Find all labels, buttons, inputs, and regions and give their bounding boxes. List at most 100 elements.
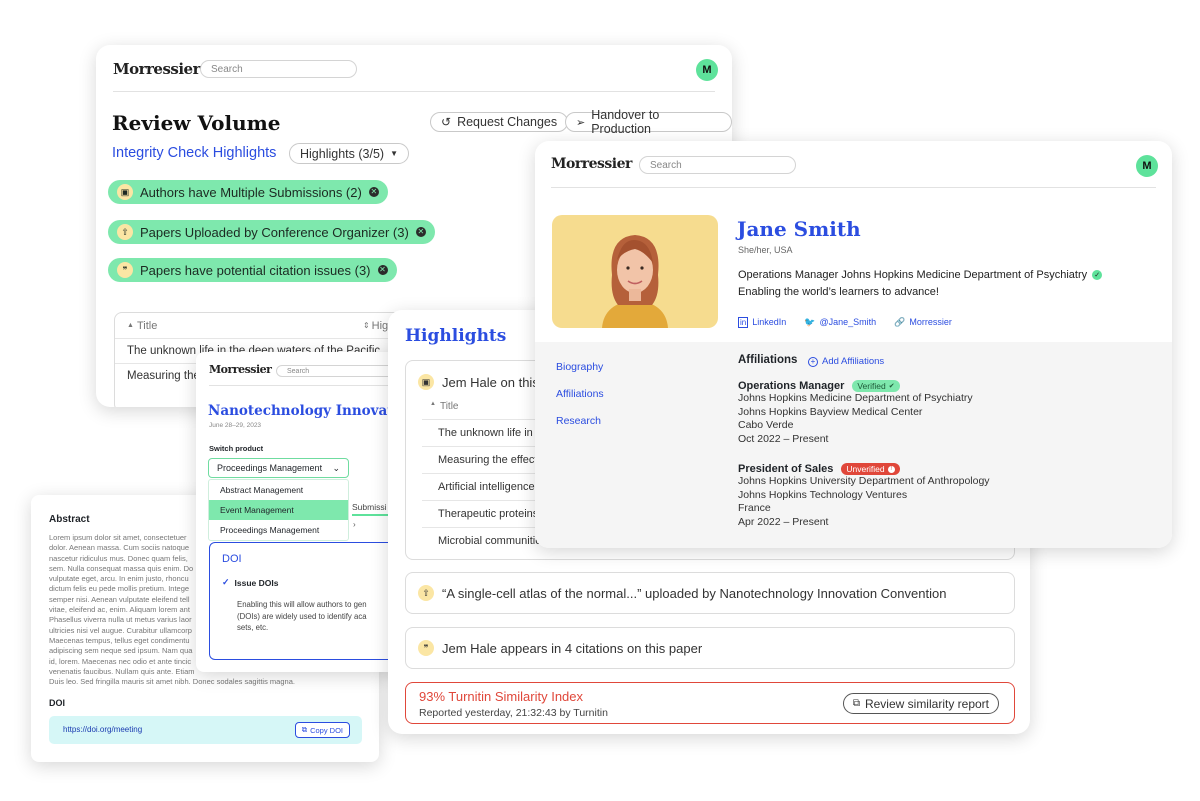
chevron-right-icon[interactable]: ›: [353, 520, 356, 529]
turnitin-subtitle: Reported yesterday, 21:32:43 by Turnitin: [419, 707, 608, 719]
table-row[interactable]: Microbial communitie: [422, 527, 552, 554]
page-title: Review Volume: [112, 111, 281, 135]
profile-lower-panel: Biography Affiliations Research Affiliat…: [535, 342, 1172, 548]
option-abstract-management[interactable]: Abstract Management: [209, 480, 348, 500]
integrity-check-heading: Integrity Check Highlights: [112, 145, 277, 161]
brand-logo[interactable]: Morressier: [209, 363, 272, 376]
highlights-select-value: Highlights (3/5): [300, 146, 385, 161]
header-divider: [209, 385, 408, 386]
remove-pill-icon[interactable]: ✕: [415, 227, 426, 237]
brand-logo[interactable]: Morressier: [551, 156, 632, 172]
table-row[interactable]: Therapeutic proteins: [422, 500, 552, 527]
request-changes-button[interactable]: ↺ Request Changes: [430, 112, 569, 132]
brand-logo[interactable]: Morressier: [113, 60, 201, 78]
pill-label: Papers Uploaded by Conference Organizer …: [140, 224, 409, 240]
desc-line: Enabling this will allow authors to gen: [237, 600, 367, 609]
affiliation-header: President of Sales Unverified !: [738, 463, 990, 475]
copy-doi-label: Copy DOI: [310, 725, 343, 735]
linkedin-link[interactable]: in LinkedIn: [738, 317, 786, 328]
caret-down-icon: ▼: [390, 149, 398, 158]
profile-name: Jane Smith: [737, 217, 861, 241]
copy-doi-button[interactable]: ⧉ Copy DOI: [294, 722, 350, 738]
pill-uploaded-by-organizer[interactable]: ⇧ Papers Uploaded by Conference Organize…: [108, 220, 435, 244]
profile-tagline: Enabling the world’s learners to advance…: [738, 286, 939, 298]
external-link-icon: ⧉: [852, 698, 860, 709]
desc-line: (DOIs) are widely used to identify aca: [237, 611, 367, 621]
col-title[interactable]: Title: [137, 320, 363, 332]
verified-icon: ✓: [1092, 270, 1103, 280]
event-window: Morressier Search Nanotechnology Innovat…: [196, 352, 408, 672]
chevron-down-icon: ⌄: [332, 462, 340, 473]
highlights-select[interactable]: Highlights (3/5) ▼: [289, 143, 409, 164]
headline-text: Operations Manager Johns Hopkins Medicin…: [738, 269, 1088, 281]
upload-icon: ⇧: [418, 585, 434, 601]
profile-window: Morressier Search M Jane Smith She/her, …: [535, 141, 1172, 548]
inner-table-header: ▲ Title: [430, 401, 458, 412]
handover-production-button[interactable]: ➢ Handover to Production: [565, 108, 732, 136]
affiliation-line: Johns Hopkins Medicine Department of Psy…: [738, 392, 973, 404]
profile-headline: Operations Manager Johns Hopkins Medicin…: [738, 269, 1103, 281]
twitter-label: @Jane_Smith: [819, 317, 877, 327]
handover-label: Handover to Production: [591, 108, 660, 136]
affiliation-dates: Apr 2022 – Present: [738, 515, 829, 528]
option-proceedings-management[interactable]: Proceedings Management: [209, 520, 348, 540]
highlight-uploaded[interactable]: ⇧ “A single-cell atlas of the normal...”…: [405, 572, 1015, 614]
verified-badge: Verified ✔: [852, 380, 900, 392]
remove-pill-icon[interactable]: ✕: [368, 187, 379, 197]
product-select[interactable]: Proceedings Management ⌄: [208, 458, 349, 478]
undo-icon: ↺: [441, 115, 452, 129]
tab-submissions[interactable]: Submissi: [352, 502, 386, 512]
profile-pronouns: She/her, USA: [738, 245, 793, 255]
event-date: June 28–29, 2023: [209, 422, 262, 429]
user-avatar[interactable]: M: [696, 59, 718, 81]
badge-label: Verified: [857, 381, 886, 391]
affiliation-line: Johns Hopkins Bayview Medical Center: [738, 405, 923, 418]
doi-heading: DOI: [49, 698, 66, 708]
linkedin-label: LinkedIn: [752, 317, 787, 327]
sort-icon[interactable]: ⇕: [363, 321, 370, 330]
search-input[interactable]: Search: [639, 156, 796, 174]
request-changes-label: Request Changes: [457, 115, 558, 129]
highlight-header[interactable]: ▣ Jem Hale on this: [418, 374, 539, 390]
badge-label: Unverified: [846, 464, 885, 474]
send-icon: ➢: [576, 116, 586, 129]
doi-box: https://doi.org/meeting ⧉ Copy DOI: [49, 716, 362, 744]
pill-citation-issues[interactable]: ❞ Papers have potential citation issues …: [108, 258, 397, 282]
option-event-management[interactable]: Event Management: [209, 500, 348, 520]
pill-label: Papers have potential citation issues (3…: [140, 262, 371, 278]
nav-affiliations[interactable]: Affiliations: [556, 381, 604, 408]
sort-icon[interactable]: ▲: [127, 322, 134, 329]
col-title[interactable]: Title: [440, 401, 459, 412]
switch-product-label: Switch product: [209, 444, 264, 453]
search-input[interactable]: Search: [200, 60, 357, 78]
header-divider: [551, 187, 1156, 188]
product-select-value: Proceedings Management: [217, 463, 323, 473]
affiliations-heading: Affiliations: [738, 354, 798, 366]
website-link[interactable]: 🔗 Morressier: [894, 317, 952, 328]
highlight-citations[interactable]: ❞ Jem Hale appears in 4 citations on thi…: [405, 627, 1015, 669]
nav-biography[interactable]: Biography: [556, 354, 604, 381]
affiliation-line: Johns Hopkins Technology Ventures: [738, 488, 908, 501]
issue-dois-label: Issue DOIs: [234, 577, 279, 588]
table-row[interactable]: The unknown life in th: [422, 419, 552, 446]
pill-multiple-submissions[interactable]: ▣ Authors have Multiple Submissions (2) …: [108, 180, 388, 204]
twitter-link[interactable]: 🐦 @Jane_Smith: [804, 317, 876, 328]
review-report-button[interactable]: ⧉ Review similarity report: [842, 693, 999, 714]
turnitin-box: 93% Turnitin Similarity Index Reported y…: [405, 682, 1015, 724]
add-affiliations-button[interactable]: + Add Affiliations: [808, 356, 884, 367]
checkmark-icon: ✓: [222, 577, 230, 587]
doi-description: Enabling this will allow authors to gen …: [237, 599, 367, 634]
review-report-label: Review similarity report: [864, 696, 989, 711]
doi-url[interactable]: https://doi.org/meeting: [63, 725, 142, 734]
link-icon: 🔗: [894, 317, 906, 327]
website-label: Morressier: [909, 317, 952, 327]
issue-dois-checkbox[interactable]: ✓ Issue DOIs: [222, 577, 278, 588]
pill-label: Authors have Multiple Submissions (2): [140, 184, 362, 200]
sort-icon[interactable]: ▲: [430, 401, 436, 412]
desc-line: sets, etc.: [237, 623, 269, 632]
table-row[interactable]: Measuring the effect: [422, 446, 552, 473]
user-avatar[interactable]: M: [1136, 155, 1158, 177]
nav-research[interactable]: Research: [556, 408, 604, 435]
table-row[interactable]: Artificial intelligence a: [422, 473, 552, 500]
remove-pill-icon[interactable]: ✕: [377, 265, 388, 275]
